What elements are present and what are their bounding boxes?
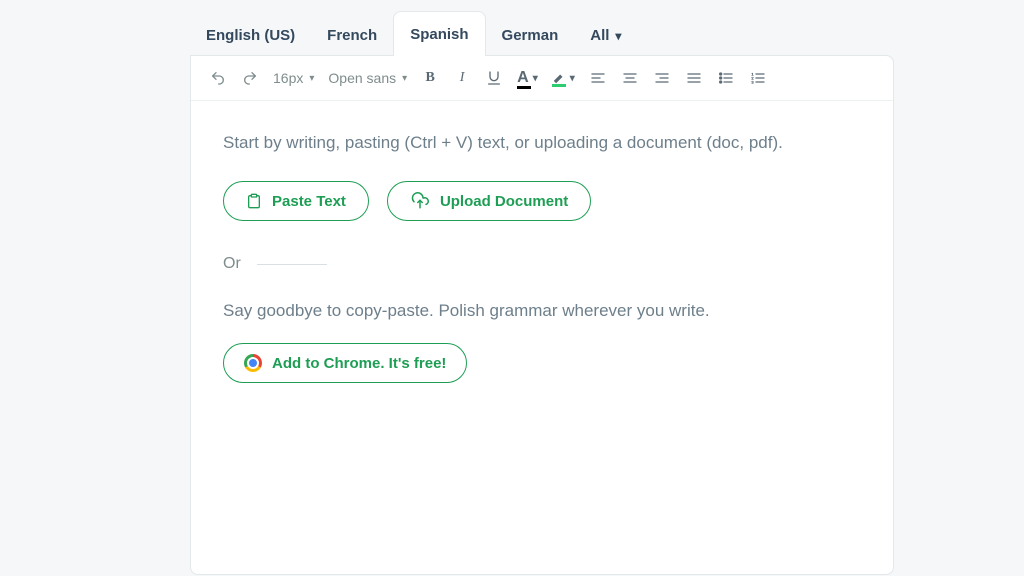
tab-all[interactable]: All ▾ <box>574 13 637 56</box>
text-color-button[interactable]: A▾ <box>517 69 538 87</box>
button-label: Add to Chrome. It's free! <box>272 355 446 372</box>
font-family-select[interactable]: Open sans ▾ <box>328 70 407 86</box>
italic-button[interactable]: I <box>453 68 471 88</box>
add-to-chrome-button[interactable]: Add to Chrome. It's free! <box>223 343 467 383</box>
action-row: Paste Text Upload Document <box>223 181 861 221</box>
cloud-upload-icon <box>410 192 430 210</box>
button-label: Paste Text <box>272 193 346 210</box>
tab-label: All <box>590 27 609 44</box>
font-size-select[interactable]: 16px ▾ <box>273 70 314 86</box>
align-justify-button[interactable] <box>685 68 703 88</box>
underline-button[interactable] <box>485 68 503 88</box>
undo-button[interactable] <box>209 68 227 88</box>
numbered-list-button[interactable]: 123 <box>749 68 767 88</box>
align-center-button[interactable] <box>621 68 639 88</box>
font-size-value: 16px <box>273 70 303 86</box>
divider-line <box>257 264 327 265</box>
chevron-down-icon: ▾ <box>533 73 538 84</box>
tab-french[interactable]: French <box>311 13 393 56</box>
bullet-list-button[interactable] <box>717 68 735 88</box>
paste-text-button[interactable]: Paste Text <box>223 181 369 221</box>
chevron-down-icon: ▾ <box>615 29 621 43</box>
tab-spanish[interactable]: Spanish <box>393 11 485 56</box>
language-tabs: English (US) French Spanish German All ▾ <box>0 10 1024 56</box>
tab-label: Spanish <box>410 26 468 43</box>
highlight-button[interactable]: ▾ <box>552 71 575 85</box>
or-label: Or <box>223 255 241 273</box>
or-divider: Or <box>223 255 861 273</box>
tab-german[interactable]: German <box>486 13 575 56</box>
tab-label: German <box>502 27 559 44</box>
tab-label: French <box>327 27 377 44</box>
editor-placeholder: Start by writing, pasting (Ctrl + V) tex… <box>223 133 861 153</box>
bold-button[interactable]: B <box>421 68 439 88</box>
clipboard-icon <box>246 192 262 210</box>
font-family-value: Open sans <box>328 70 396 86</box>
chevron-down-icon: ▾ <box>309 73 314 84</box>
tab-english-us[interactable]: English (US) <box>190 13 311 56</box>
align-left-button[interactable] <box>589 68 607 88</box>
tab-label: English (US) <box>206 27 295 44</box>
editor-panel: 16px ▾ Open sans ▾ B I A▾ ▾ <box>190 55 894 575</box>
chrome-icon <box>244 354 262 372</box>
redo-button[interactable] <box>241 68 259 88</box>
align-right-button[interactable] <box>653 68 671 88</box>
svg-text:3: 3 <box>751 79 754 84</box>
upload-document-button[interactable]: Upload Document <box>387 181 591 221</box>
editor-content[interactable]: Start by writing, pasting (Ctrl + V) tex… <box>191 101 893 415</box>
toolbar: 16px ▾ Open sans ▾ B I A▾ ▾ <box>191 56 893 101</box>
chevron-down-icon: ▾ <box>570 73 575 84</box>
button-label: Upload Document <box>440 193 568 210</box>
extension-hint: Say goodbye to copy-paste. Polish gramma… <box>223 301 861 321</box>
chevron-down-icon: ▾ <box>402 73 407 84</box>
